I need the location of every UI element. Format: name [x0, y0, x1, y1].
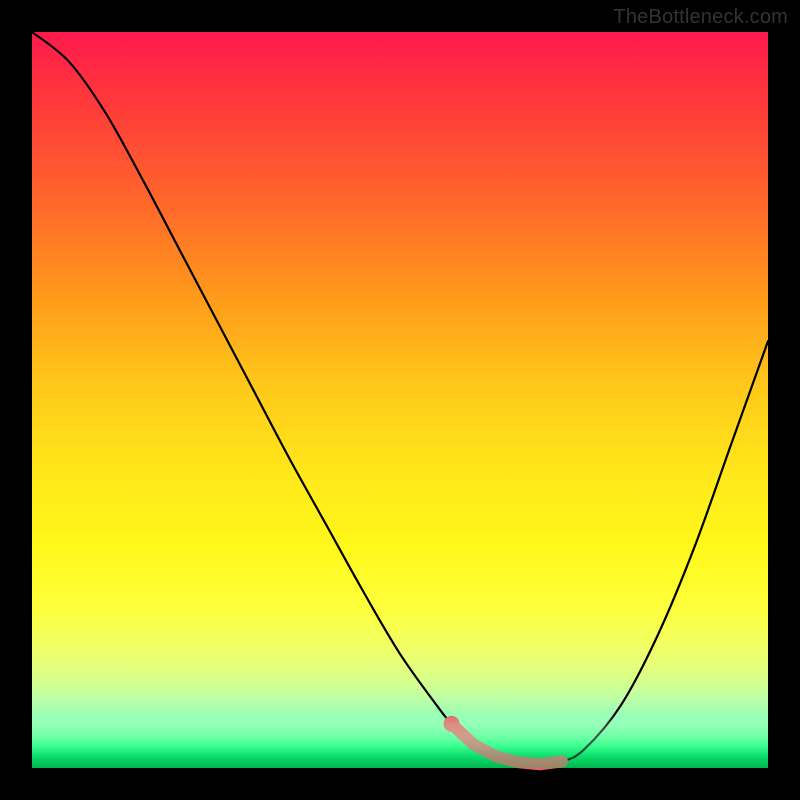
- highlight-segment: [452, 724, 562, 764]
- attribution-label: TheBottleneck.com: [613, 6, 788, 29]
- curve-line: [32, 32, 768, 764]
- chart-frame: TheBottleneck.com: [0, 0, 800, 800]
- chart-svg: [32, 32, 768, 768]
- highlight-start-dot: [444, 716, 460, 732]
- plot-background: [32, 32, 768, 768]
- highlight-markers: [444, 716, 562, 764]
